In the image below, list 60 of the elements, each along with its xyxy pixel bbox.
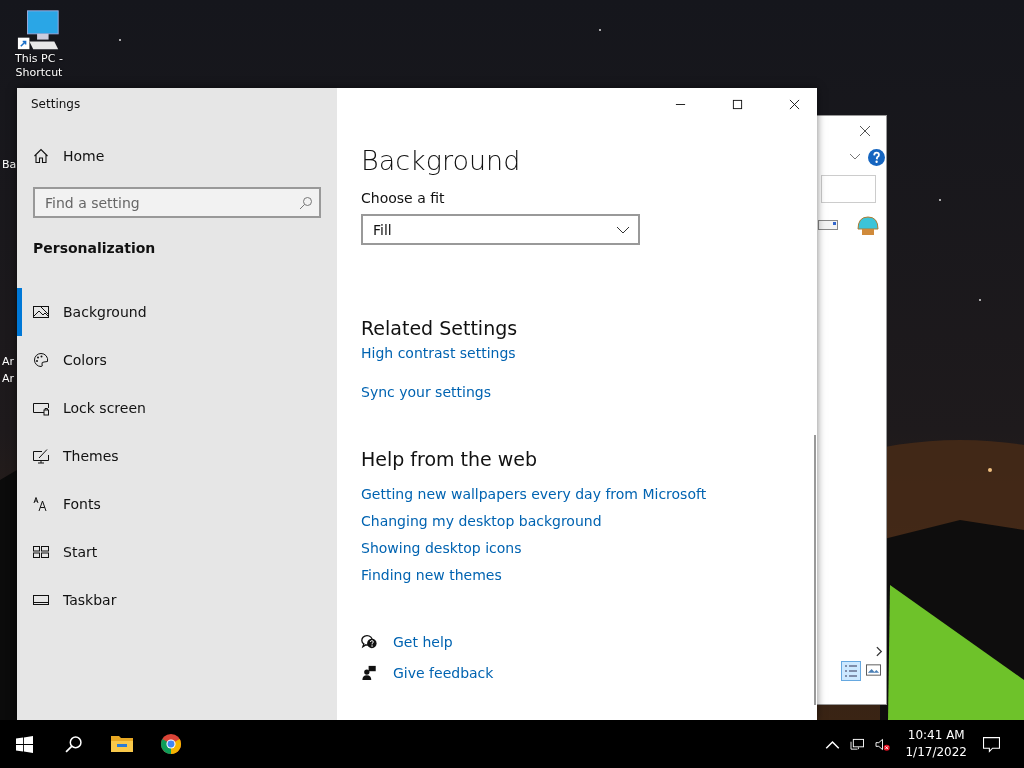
- help-chat-icon: [361, 634, 378, 650]
- close-icon[interactable]: [859, 125, 871, 137]
- image-view-icon[interactable]: [866, 664, 881, 676]
- link[interactable]: Get help: [393, 632, 453, 652]
- desktop-icon-label[interactable]: Ba: [2, 158, 17, 172]
- nav-item[interactable]: Taskbar: [17, 576, 321, 624]
- field-label: Choose a fit: [361, 190, 445, 206]
- clock-date[interactable]: 1/17/2022: [905, 744, 967, 761]
- maximize-icon[interactable]: [732, 98, 743, 110]
- search-icon[interactable]: [64, 735, 82, 753]
- home-icon: [33, 148, 49, 164]
- clock-time[interactable]: 10:41 AM: [907, 727, 965, 744]
- nav-item[interactable]: Colors: [17, 336, 321, 384]
- address-field[interactable]: [821, 175, 876, 203]
- network-icon[interactable]: [850, 737, 866, 751]
- fit-dropdown[interactable]: Fill: [361, 214, 640, 245]
- close-icon[interactable]: [789, 98, 800, 110]
- link[interactable]: Getting new wallpapers every day from Microsoft: [361, 484, 707, 504]
- desktop-icon-label[interactable]: Ar: [2, 372, 17, 386]
- speaker-muted-icon[interactable]: [875, 737, 891, 751]
- tiles-icon: [33, 544, 49, 560]
- desktop-icon-label[interactable]: Ar: [2, 355, 17, 369]
- screen-lock-icon: [33, 400, 49, 416]
- chevron-icon[interactable]: [849, 153, 861, 161]
- link[interactable]: High contrast settings: [361, 343, 516, 363]
- link[interactable]: Sync your settings: [361, 382, 491, 402]
- link[interactable]: Finding new themes: [361, 565, 502, 585]
- link[interactable]: Showing desktop icons: [361, 538, 522, 558]
- letters-icon: [33, 496, 49, 512]
- nav-item[interactable]: Lock screen: [17, 384, 321, 432]
- person-feedback-icon: [361, 665, 378, 681]
- palette-icon: [33, 352, 49, 368]
- page-heading: Background: [361, 144, 521, 178]
- section-heading: Personalization: [33, 240, 157, 256]
- nav-item[interactable]: Themes: [17, 432, 321, 480]
- window-title: Settings: [31, 97, 82, 111]
- search-field[interactable]: Find a setting: [33, 187, 321, 218]
- chevron-down-icon: [616, 225, 630, 234]
- computer-shortcut-icon[interactable]: [16, 8, 62, 52]
- section-heading: Related Settings: [361, 316, 518, 341]
- browser-icon[interactable]: [159, 733, 183, 755]
- nav-item[interactable]: Fonts: [17, 480, 321, 528]
- home-nav-item[interactable]: Home: [33, 146, 321, 166]
- notification-icon[interactable]: [983, 735, 1000, 753]
- picture-frame-icon: [33, 304, 49, 320]
- chevron-right-icon[interactable]: [876, 646, 883, 657]
- link[interactable]: Changing my desktop background: [361, 511, 602, 531]
- shell-icon[interactable]: [856, 215, 880, 237]
- desktop-icon-label[interactable]: This PC - Shortcut: [10, 52, 68, 80]
- help-icon[interactable]: [868, 149, 885, 166]
- folder-icon[interactable]: [110, 733, 134, 755]
- search-icon: [299, 196, 313, 210]
- nav-item[interactable]: Start: [17, 528, 321, 576]
- windows-start-icon[interactable]: [15, 735, 33, 753]
- details-view-icon[interactable]: [841, 661, 861, 681]
- taskbar-icon: [33, 592, 49, 608]
- section-heading: Help from the web: [361, 447, 538, 472]
- link[interactable]: Give feedback: [393, 663, 494, 683]
- card-icon[interactable]: [818, 220, 838, 230]
- monitor-brush-icon: [33, 448, 49, 464]
